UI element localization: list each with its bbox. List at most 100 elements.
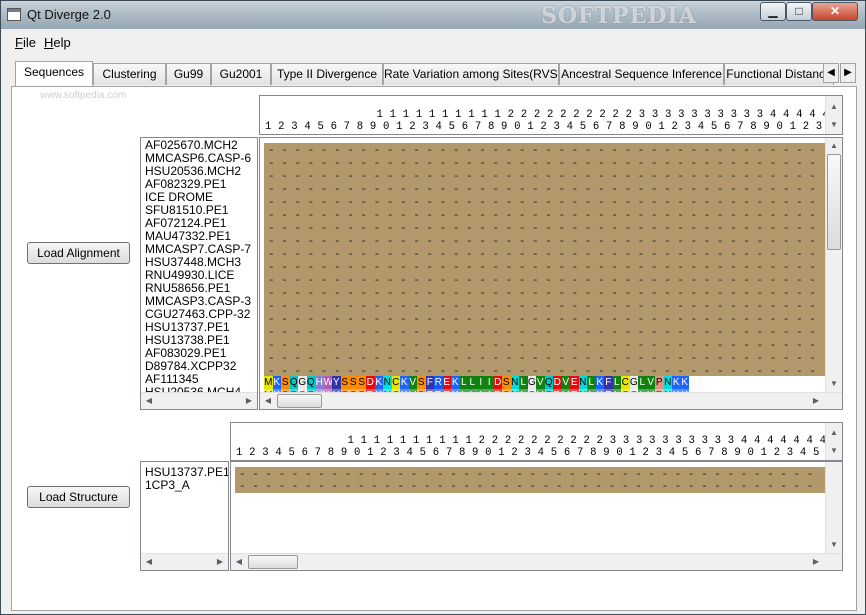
scroll-left-icon[interactable]: ◀ (231, 554, 247, 570)
softpedia-watermark: SOFTPEDIA (541, 3, 697, 29)
scroll-up-icon[interactable]: ▲ (826, 138, 842, 154)
minimize-button[interactable]: ▁ (760, 2, 786, 21)
residue-cell: D (553, 376, 562, 389)
scroll-right-icon[interactable]: ▶ (808, 393, 824, 409)
residue-cell: K (400, 376, 409, 389)
scroll-right-icon[interactable]: ▶ (241, 393, 257, 409)
residue-cell: P (655, 376, 664, 389)
alignment-vscrollbar[interactable]: ▲ ▼ (825, 138, 842, 392)
menu-file[interactable]: File (15, 35, 36, 50)
residue-cell: K (451, 376, 460, 389)
residue-cell: L (459, 376, 468, 389)
residue-cell: S (281, 376, 290, 389)
tab-gu2001[interactable]: Gu2001 (211, 63, 271, 85)
residue-cell: V (536, 376, 545, 389)
residue-cell: K (680, 376, 689, 389)
scroll-down-icon[interactable]: ▼ (826, 537, 842, 553)
residue-cell: F (425, 376, 434, 389)
structure-names-hscrollbar[interactable]: ◀ ▶ (141, 553, 228, 570)
alignment-hscrollbar[interactable]: ◀ ▶ (260, 392, 842, 409)
alignment-ruler-vscrollbar[interactable]: ▲ ▼ (825, 96, 842, 134)
structure-vscrollbar[interactable]: ▼ (825, 462, 842, 553)
maximize-button[interactable]: □ (786, 2, 812, 21)
structure-ruler-vscrollbar[interactable]: ▲ ▼ (825, 423, 842, 460)
residue-cell: C (621, 376, 630, 389)
scroll-down-icon[interactable]: ▼ (826, 443, 842, 459)
load-structure-button[interactable]: Load Structure (27, 486, 130, 508)
residue-cell: L (612, 376, 621, 389)
structure-hscrollbar[interactable]: ◀ ▶ (231, 553, 842, 570)
scroll-up-icon[interactable]: ▲ (826, 425, 842, 441)
residue-cell: K (374, 376, 383, 389)
residue-cell: S (349, 376, 358, 389)
scroll-right-icon[interactable]: ▶ (212, 554, 228, 570)
residue-cell: L (519, 376, 528, 389)
residue-cell: N (510, 376, 519, 389)
residue-cell: W (323, 376, 333, 389)
tab-sequences[interactable]: Sequences (15, 61, 93, 86)
load-alignment-button[interactable]: Load Alignment (27, 242, 130, 264)
residue-cell: V (408, 376, 417, 389)
residue-cell: L (638, 376, 647, 389)
sequences-panel: www.softpedia.com Load Alignment AF02567… (11, 86, 857, 611)
residue-cell: Q (306, 376, 315, 389)
residue-cell: M (264, 376, 273, 389)
close-button[interactable]: ✕ (812, 2, 858, 21)
sequence-name-item[interactable]: 1CP3_A (145, 479, 228, 492)
structure-name-items: HSU13737.PE1 1CP3_A (145, 466, 228, 492)
residue-cell: N (663, 376, 672, 389)
tab-scroll-right-icon[interactable]: ▶ (840, 63, 856, 83)
residue-cell: Q (544, 376, 553, 389)
alignment-residue-row: MKSQGQHWYSSSDKNCKVSFREKLLIIDSNLGVQDVENLK… (264, 376, 689, 389)
structure-names-list[interactable]: HSU13737.PE1 1CP3_A ◀ ▶ (140, 461, 229, 571)
residue-cell: N (578, 376, 587, 389)
scroll-left-icon[interactable]: ◀ (260, 393, 276, 409)
tab-ancestral-sequence[interactable]: Ancestral Sequence Inference (559, 63, 724, 85)
structure-gap-dots: - - - - - - - - - - - - - - - - - - - - … (239, 469, 822, 493)
alignment-hscroll-thumb[interactable] (277, 394, 322, 408)
residue-cell: C (391, 376, 400, 389)
window-title: Qt Diverge 2.0 (27, 7, 111, 22)
menu-help[interactable]: Help (44, 35, 71, 50)
tab-functional-distance[interactable]: Functional Distance (724, 63, 834, 85)
residue-cell: G (298, 376, 307, 389)
alignment-view[interactable]: - - - - - - - - - - - - - - - - - - - - … (259, 137, 843, 410)
residue-cell: V (561, 376, 570, 389)
residue-cell: H (315, 376, 324, 389)
alignment-names-list[interactable]: AF025670.MCH2 MMCASP6.CASP-6 HSU20536.MCH2… (140, 137, 258, 410)
alignment-names-hscrollbar[interactable]: ◀ ▶ (141, 392, 257, 409)
tab-rate-variation[interactable]: Rate Variation among Sites(RVS) (383, 63, 559, 85)
residue-cell: V (646, 376, 655, 389)
residue-cell: Q (289, 376, 298, 389)
tab-gu99[interactable]: Gu99 (166, 63, 211, 85)
structure-sequence-block: - - - - - - - - - - - - - - - - - - - - … (235, 467, 826, 493)
residue-cell: D (493, 376, 502, 389)
residue-cell: I (485, 376, 494, 389)
residue-cell: R (434, 376, 443, 389)
scroll-right-icon[interactable]: ▶ (808, 554, 824, 570)
scroll-down-icon[interactable]: ▼ (826, 117, 842, 133)
scroll-left-icon[interactable]: ◀ (141, 393, 157, 409)
alignment-vscroll-thumb[interactable] (827, 154, 841, 250)
residue-cell: E (570, 376, 579, 389)
residue-cell: I (476, 376, 485, 389)
structure-ruler-ones: 1 2 3 4 5 6 7 8 9 0 1 2 3 4 5 6 7 8 9 0 … (236, 447, 820, 459)
residue-cell: N (383, 376, 392, 389)
scroll-down-icon[interactable]: ▼ (826, 376, 842, 392)
residue-cell: L (468, 376, 477, 389)
alignment-ruler: 1 1 1 1 1 1 1 1 1 1 2 2 2 2 2 2 2 2 2 2 … (259, 95, 843, 135)
structure-view[interactable]: - - - - - - - - - - - - - - - - - - - - … (230, 461, 843, 571)
main-window: Qt Diverge 2.0 SOFTPEDIA ▁ □ ✕ File Help… (0, 0, 866, 615)
tab-type-ii-divergence[interactable]: Type II Divergence (271, 63, 383, 85)
structure-ruler-tens: 1 1 1 1 1 1 1 1 1 1 2 2 2 2 2 2 2 2 2 2 … (347, 435, 826, 447)
tab-clustering[interactable]: Clustering (93, 63, 166, 85)
residue-cell: S (340, 376, 349, 389)
app-icon (7, 8, 21, 21)
title-bar[interactable]: Qt Diverge 2.0 SOFTPEDIA ▁ □ ✕ (1, 1, 865, 29)
residue-cell: L (587, 376, 596, 389)
scroll-up-icon[interactable]: ▲ (826, 99, 842, 115)
structure-hscroll-thumb[interactable] (248, 555, 298, 569)
scroll-left-icon[interactable]: ◀ (141, 554, 157, 570)
tab-scroll-left-icon[interactable]: ◀ (823, 63, 839, 83)
residue-cell: Y (332, 376, 341, 389)
